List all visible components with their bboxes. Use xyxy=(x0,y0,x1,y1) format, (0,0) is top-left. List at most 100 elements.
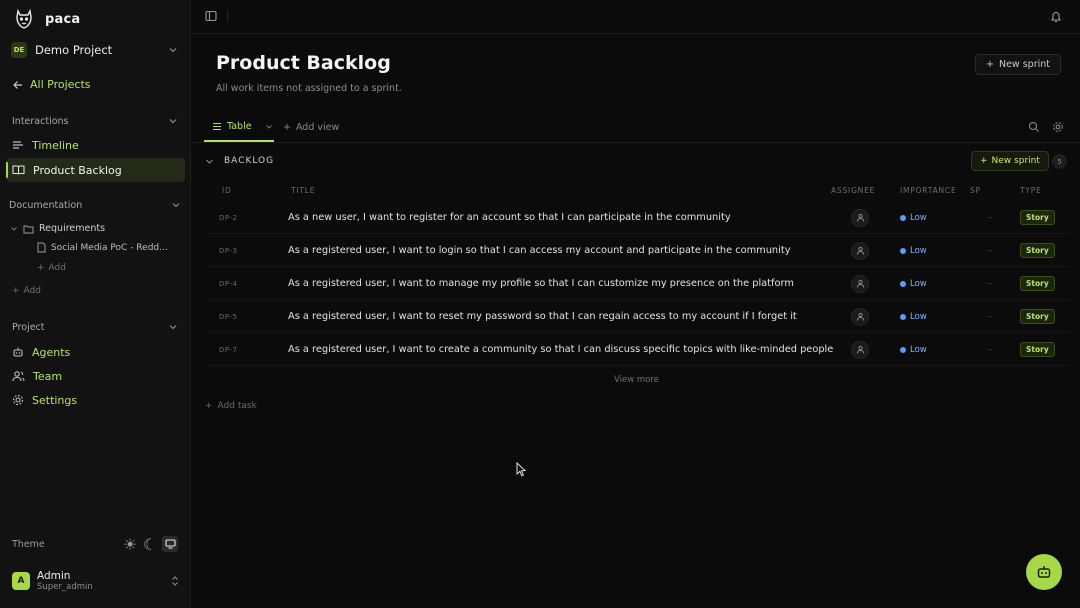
table-row[interactable]: DP-3 As a registered user, I want to log… xyxy=(205,234,1069,267)
sidebar: paca DE Demo Project All Projects Intera… xyxy=(0,0,191,608)
col-id: ID xyxy=(222,186,232,195)
new-sprint-label: New sprint xyxy=(998,59,1050,70)
gear-icon[interactable] xyxy=(1052,121,1064,133)
table-row[interactable]: DP-2 As a new user, I want to register f… xyxy=(205,201,1069,234)
nav-product-backlog[interactable]: Product Backlog xyxy=(6,158,185,182)
section-project[interactable]: Project xyxy=(0,319,190,335)
user-icon[interactable] xyxy=(851,307,869,326)
row-title[interactable]: As a registered user, I want to login so… xyxy=(288,234,791,267)
backlog-new-sprint-button[interactable]: + New sprint xyxy=(971,151,1049,171)
assistant-bot-button[interactable] xyxy=(1026,554,1062,590)
tree-folder-requirements[interactable]: Requirements xyxy=(10,223,105,234)
plus-icon: + xyxy=(205,401,213,411)
mouse-cursor-icon xyxy=(516,462,526,477)
user-icon[interactable] xyxy=(851,274,869,293)
col-sp: SP xyxy=(970,186,981,195)
tree-doc-item[interactable]: Social Media PoC - Redd... xyxy=(37,242,168,253)
row-title[interactable]: As a registered user, I want to reset my… xyxy=(288,300,797,333)
row-title[interactable]: As a new user, I want to register for an… xyxy=(288,201,731,234)
project-switcher[interactable]: DE Demo Project xyxy=(8,40,184,60)
timeline-icon xyxy=(13,141,23,149)
table-row[interactable]: DP-5 As a registered user, I want to res… xyxy=(205,300,1069,333)
sp-cell[interactable]: – xyxy=(988,234,992,267)
nav-timeline[interactable]: Timeline xyxy=(6,133,185,157)
table-icon xyxy=(213,122,221,131)
moon-icon[interactable]: ☾ xyxy=(142,535,158,554)
importance-cell[interactable]: Low xyxy=(900,300,927,333)
user-role: Super_admin xyxy=(37,582,93,592)
plus-icon: + xyxy=(980,156,988,166)
row-title[interactable]: As a registered user, I want to manage m… xyxy=(288,267,794,300)
search-icon[interactable] xyxy=(1028,121,1040,133)
brand[interactable]: paca xyxy=(13,8,80,30)
importance-cell[interactable]: Low xyxy=(900,333,927,366)
avatar: A xyxy=(12,572,30,590)
table-row[interactable]: DP-7 As a registered user, I want to cre… xyxy=(205,333,1069,366)
importance-cell[interactable]: Low xyxy=(900,267,927,300)
type-badge[interactable]: Story xyxy=(1020,309,1055,324)
page-subtitle: All work items not assigned to a sprint. xyxy=(216,83,402,94)
chevrons-up-down-icon xyxy=(172,576,178,586)
type-badge[interactable]: Story xyxy=(1020,342,1055,357)
sun-icon[interactable]: ☀ xyxy=(122,535,138,554)
user-icon[interactable] xyxy=(851,340,869,359)
nav-settings-label: Settings xyxy=(32,393,78,407)
importance-cell[interactable]: Low xyxy=(900,201,927,234)
project-badge: DE xyxy=(11,42,27,58)
importance-dot xyxy=(900,313,906,320)
section-interactions-heading: Interactions xyxy=(12,115,69,127)
chevron-down-icon xyxy=(172,203,180,208)
table-row[interactable]: DP-4 As a registered user, I want to man… xyxy=(205,267,1069,300)
nav-team[interactable]: Team xyxy=(6,364,185,388)
row-id: DP-7 xyxy=(219,345,238,354)
backlog-title: BACKLOG xyxy=(224,156,275,166)
chevron-down-icon[interactable] xyxy=(265,123,273,131)
backlog-section-header[interactable]: BACKLOG xyxy=(205,152,1069,170)
type-badge[interactable]: Story xyxy=(1020,210,1055,225)
tree-add-button[interactable]: + Add xyxy=(12,286,41,296)
importance-label: Low xyxy=(910,311,927,322)
section-interactions[interactable]: Interactions xyxy=(0,113,190,129)
plus-icon: + xyxy=(12,286,20,296)
folder-icon xyxy=(23,225,34,233)
section-documentation[interactable]: Documentation xyxy=(0,197,190,213)
user-menu[interactable]: A Admin Super_admin xyxy=(12,568,180,594)
new-sprint-button[interactable]: + New sprint xyxy=(975,54,1061,75)
backlog-count-badge: 5 xyxy=(1052,154,1067,169)
importance-dot xyxy=(900,214,906,221)
project-name: Demo Project xyxy=(35,43,113,57)
nav-product-backlog-label: Product Backlog xyxy=(33,163,122,177)
sp-cell[interactable]: – xyxy=(988,267,992,300)
importance-cell[interactable]: Low xyxy=(900,234,927,267)
type-badge[interactable]: Story xyxy=(1020,243,1055,258)
monitor-icon[interactable] xyxy=(162,536,178,552)
sidebar-toggle-icon[interactable] xyxy=(205,10,217,22)
row-id: DP-2 xyxy=(219,213,238,222)
all-projects-link[interactable]: All Projects xyxy=(12,78,91,91)
sp-cell[interactable]: – xyxy=(988,300,992,333)
tab-table[interactable]: Table xyxy=(204,113,274,142)
sp-cell[interactable]: – xyxy=(988,333,992,366)
robot-icon xyxy=(1037,566,1051,578)
arrow-left-icon xyxy=(13,80,22,89)
importance-dot xyxy=(900,280,906,287)
view-more-button[interactable]: View more xyxy=(614,375,659,385)
theme-switcher: Theme ☀ ☾ xyxy=(12,535,178,554)
row-id: DP-3 xyxy=(219,246,238,255)
chevron-down-icon xyxy=(169,48,177,53)
add-task-button[interactable]: + Add task xyxy=(205,401,257,411)
user-icon[interactable] xyxy=(851,208,869,227)
sp-cell[interactable]: – xyxy=(988,201,992,234)
col-importance: IMPORTANCE xyxy=(900,186,957,195)
nav-settings[interactable]: Settings xyxy=(6,388,185,412)
importance-label: Low xyxy=(910,245,927,256)
user-icon[interactable] xyxy=(851,241,869,260)
tree-add-label: Add xyxy=(23,286,41,296)
bell-icon[interactable] xyxy=(1050,10,1062,23)
tree-add-child-button[interactable]: + Add xyxy=(37,263,66,273)
nav-agents[interactable]: Agents xyxy=(6,340,185,364)
type-badge[interactable]: Story xyxy=(1020,276,1055,291)
add-view-button[interactable]: + Add view xyxy=(283,113,339,142)
tree-add-child-label: Add xyxy=(48,263,66,273)
row-title[interactable]: As a registered user, I want to create a… xyxy=(288,333,833,366)
